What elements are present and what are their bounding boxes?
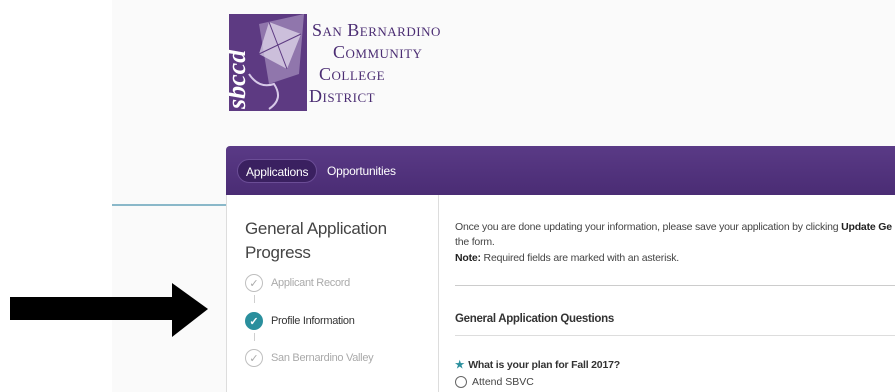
option-attend-sbvc[interactable]: Attend SBVC bbox=[455, 376, 534, 388]
step-label: Profile Information bbox=[271, 315, 355, 327]
radio-button[interactable] bbox=[455, 376, 467, 388]
question-fall-plan: ★ What is your plan for Fall 2017? bbox=[455, 359, 620, 371]
logo-line-1: San Bernardino bbox=[312, 20, 441, 40]
progress-title: General Application Progress bbox=[245, 219, 387, 262]
required-note: Note: Required fields are marked with an… bbox=[455, 252, 679, 264]
update-link-text: Update Ge bbox=[841, 221, 892, 233]
check-icon: ✓ bbox=[245, 312, 263, 330]
step-label: San Bernardino Valley bbox=[271, 352, 374, 364]
divider bbox=[455, 285, 895, 286]
check-icon: ✓ bbox=[245, 349, 263, 367]
check-icon: ✓ bbox=[245, 274, 263, 292]
logo-line-3: College bbox=[319, 64, 386, 84]
step-profile-information[interactable]: ✓ Profile Information bbox=[245, 310, 355, 332]
tab-opportunities[interactable]: Opportunities bbox=[319, 159, 404, 183]
sbccd-logo: sbccd San Bernardino Community College D… bbox=[229, 14, 479, 114]
step-applicant-record[interactable]: ✓ Applicant Record bbox=[245, 272, 350, 294]
tab-applications[interactable]: Applications bbox=[237, 159, 318, 183]
right-arrow-icon bbox=[10, 283, 208, 337]
page: sbccd San Bernardino Community College D… bbox=[0, 0, 895, 392]
divider bbox=[455, 335, 895, 336]
logo-seal-text: sbccd bbox=[229, 49, 251, 110]
top-navbar: Applications Opportunities bbox=[226, 146, 895, 195]
step-san-bernardino-valley[interactable]: ✓ San Bernardino Valley bbox=[245, 347, 374, 369]
save-instructions-line2: the form. bbox=[455, 236, 495, 248]
application-panel: General Application Progress ✓ Applicant… bbox=[226, 195, 895, 392]
divider-line bbox=[112, 204, 227, 206]
step-label: Applicant Record bbox=[271, 277, 350, 289]
save-instructions-text: Once you are done updating your informat… bbox=[455, 221, 842, 233]
logo-line-2: Community bbox=[333, 42, 423, 62]
note-label: Note: bbox=[455, 252, 481, 264]
section-title: General Application Questions bbox=[455, 313, 614, 325]
required-star-icon: ★ bbox=[455, 359, 465, 371]
logo-seal: sbccd bbox=[229, 14, 307, 111]
note-text: Required fields are marked with an aster… bbox=[480, 252, 680, 264]
question-text: What is your plan for Fall 2017? bbox=[468, 359, 620, 371]
option-label: Attend SBVC bbox=[472, 376, 534, 388]
progress-sidebar: General Application Progress ✓ Applicant… bbox=[227, 195, 439, 392]
logo-line-4: District bbox=[309, 86, 376, 106]
main-content: Once you are done updating your informat… bbox=[440, 195, 895, 392]
step-connector bbox=[254, 295, 255, 303]
save-instructions: Once you are done updating your informat… bbox=[455, 220, 892, 235]
step-connector bbox=[254, 333, 255, 341]
